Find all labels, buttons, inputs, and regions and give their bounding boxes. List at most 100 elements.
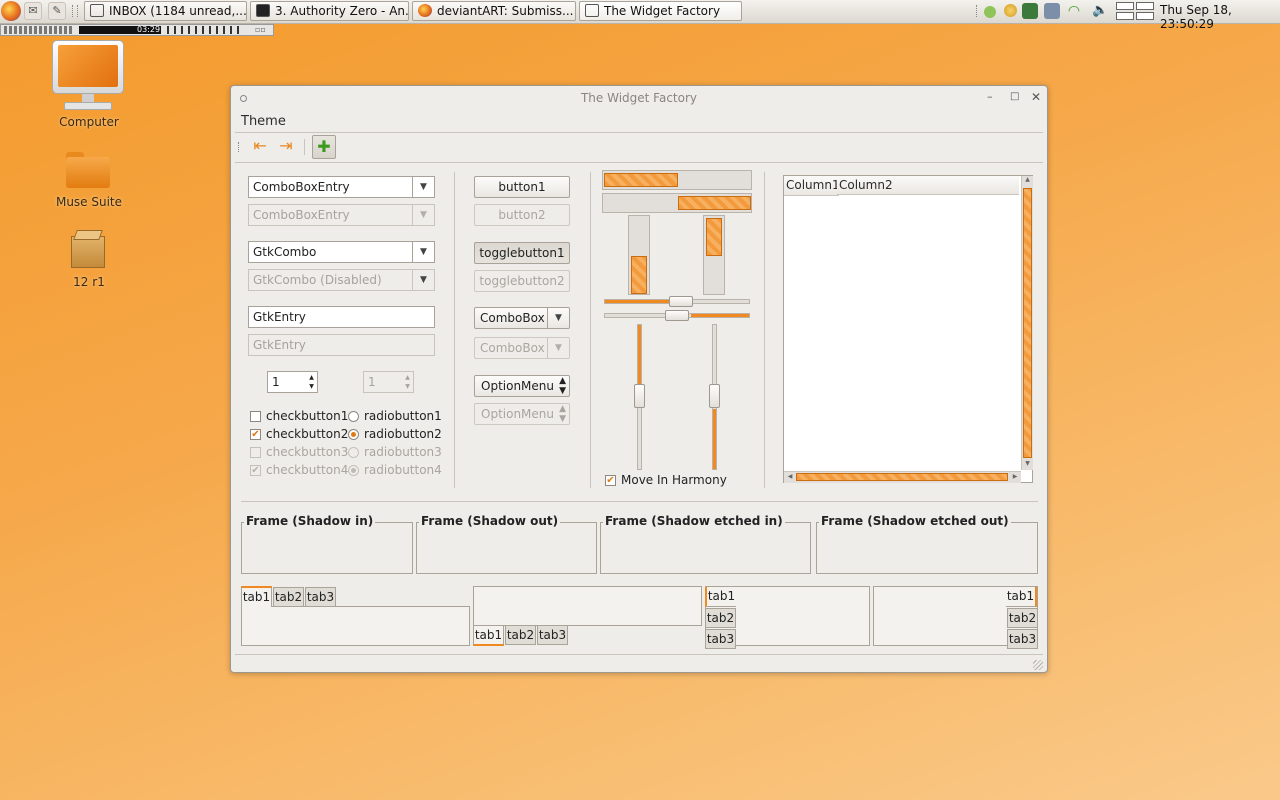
taskbar-item-deviantart[interactable]: deviantART: Submiss... — [412, 1, 576, 21]
move-in-harmony-label: Move In Harmony — [621, 473, 727, 487]
notebook-right-tab1[interactable]: tab1 — [1006, 587, 1037, 607]
desktop-icon-label: Muse Suite — [55, 195, 123, 209]
combobox-entry[interactable]: ComboBoxEntry ▼ — [248, 176, 435, 198]
computer-icon — [52, 40, 124, 112]
gtk-entry[interactable]: GtkEntry — [248, 306, 435, 328]
notebook-top-tab1[interactable]: tab1 — [241, 586, 272, 607]
checkbox-checked-icon[interactable]: ✔ — [605, 475, 616, 486]
editor-launcher-icon[interactable]: ✎ — [48, 2, 66, 20]
combobox[interactable]: ComboBox ▼ — [474, 307, 570, 329]
notebook-left-tab2[interactable]: tab2 — [705, 608, 736, 628]
scroll-left-icon[interactable]: ◀ — [785, 472, 795, 482]
desktop-icon-label: 12 r1 — [73, 275, 105, 289]
option-menu[interactable]: OptionMenu ▲ ▼ — [474, 375, 570, 397]
radio-icon[interactable] — [348, 411, 359, 422]
mail-launcher-icon[interactable]: ✉ — [24, 2, 42, 20]
media-close-icon[interactable]: ▫▫ — [255, 25, 266, 35]
chevron-down-icon[interactable]: ▼ — [412, 177, 434, 197]
wifi-icon[interactable]: ◠ — [1066, 3, 1082, 19]
media-player-bar[interactable]: 03:29 ▫▫ — [0, 24, 274, 36]
chevron-down-icon[interactable]: ▼ — [412, 242, 434, 262]
window-icon — [585, 4, 599, 17]
tree-view[interactable]: Column1 Column2 ▲ ▼ ◀ ▶ — [783, 175, 1033, 483]
firefox-launcher-icon[interactable] — [1, 1, 21, 21]
gtk-combo[interactable]: GtkCombo ▼ — [248, 241, 435, 263]
top-panel: ✉ ✎ INBOX (1184 unread,... 3. Authority … — [0, 0, 1280, 31]
frame-title: Frame (Shadow in) — [244, 514, 376, 528]
desktop-icon-computer[interactable]: Computer — [39, 38, 139, 134]
frame-shadow-out — [416, 522, 597, 574]
workspace-3[interactable] — [1116, 12, 1134, 20]
scroll-up-icon[interactable]: ▲ — [1023, 176, 1032, 186]
scale-fill — [713, 409, 716, 469]
scroll-down-icon[interactable]: ▼ — [1023, 460, 1032, 470]
system-monitor-icon[interactable] — [1022, 3, 1038, 19]
desktop-icon-12r1[interactable]: 12 r1 — [39, 228, 139, 292]
progress-fill — [631, 256, 647, 294]
vscale-1-handle[interactable] — [634, 384, 645, 408]
photo-manager-icon[interactable] — [1044, 3, 1060, 19]
spin-button-disabled: 1 ▲ ▼ — [363, 371, 414, 393]
search-icon[interactable] — [1004, 4, 1017, 17]
taskbar-item-inbox[interactable]: INBOX (1184 unread,... — [84, 1, 247, 21]
notebook-left-tab3[interactable]: tab3 — [705, 629, 736, 649]
notebook-bottom-tab1[interactable]: tab1 — [473, 625, 504, 646]
taskbar-item-widget-factory[interactable]: The Widget Factory — [579, 1, 742, 21]
notebook-top-tab2[interactable]: tab2 — [273, 587, 304, 607]
desktop-icon-muse-suite[interactable]: Muse Suite — [39, 148, 139, 212]
progress-bar-horizontal-2 — [602, 193, 752, 213]
notebook-bottom-tab3[interactable]: tab3 — [537, 625, 568, 645]
spin-down-icon[interactable]: ▼ — [307, 382, 316, 391]
notebook-top-tab3[interactable]: tab3 — [305, 587, 336, 607]
scroll-right-icon[interactable]: ▶ — [1010, 472, 1020, 482]
workspace-2[interactable] — [1136, 2, 1154, 10]
combobox-entry-disabled: ComboBoxEntry ▼ — [248, 204, 435, 226]
scrollbar-thumb[interactable] — [1023, 188, 1032, 458]
spin-up-icon[interactable]: ▲ — [307, 373, 316, 382]
workspace-1[interactable] — [1116, 2, 1134, 10]
notebook-right-tab2[interactable]: tab2 — [1007, 608, 1038, 628]
go-first-icon[interactable]: ⇤ — [248, 135, 272, 159]
chevron-down-icon[interactable]: ▼ — [547, 308, 569, 328]
column-header-1[interactable]: Column1 — [784, 176, 840, 196]
notebook-right-tab3[interactable]: tab3 — [1007, 629, 1038, 649]
checkbox-icon[interactable] — [250, 411, 261, 422]
notebook-left-tab1[interactable]: tab1 — [705, 587, 736, 607]
maximize-button[interactable]: □ — [1010, 91, 1019, 102]
add-icon[interactable]: ✚ — [312, 135, 336, 159]
clock[interactable]: Thu Sep 18, 23:50:29 — [1160, 3, 1280, 31]
button1[interactable]: button1 — [474, 176, 570, 198]
togglebutton1[interactable]: togglebutton1 — [474, 242, 570, 264]
menu-theme[interactable]: Theme — [241, 114, 286, 129]
checkbox-checked-icon[interactable]: ✔ — [250, 429, 261, 440]
workspace-switcher[interactable] — [1116, 2, 1154, 20]
resize-grip[interactable] — [1033, 660, 1043, 670]
spin-button[interactable]: 1 ▲ ▼ — [267, 371, 318, 393]
taskbar-item-music[interactable]: 3. Authority Zero - An... — [250, 1, 409, 21]
horizontal-scrollbar[interactable]: ◀ ▶ — [784, 471, 1021, 483]
workspace-4[interactable] — [1136, 12, 1154, 20]
media-time: 03:29 — [137, 25, 161, 34]
checkbutton-label: checkbutton2 — [266, 427, 349, 441]
volume-icon[interactable]: 🔈 — [1092, 3, 1108, 19]
radio-selected-icon[interactable] — [348, 429, 359, 440]
toolbar-handle[interactable] — [238, 142, 242, 152]
hscale-1-handle[interactable] — [669, 296, 693, 307]
option-menu-disabled: OptionMenu ▲ ▼ — [474, 403, 570, 425]
notebook-bottom-tab2[interactable]: tab2 — [505, 625, 536, 645]
minimize-button[interactable]: – — [987, 90, 993, 103]
close-button[interactable]: ✕ — [1031, 90, 1041, 104]
network-status-icon[interactable] — [984, 6, 996, 18]
vscale-2-handle[interactable] — [709, 384, 720, 408]
scrollbar-thumb[interactable] — [796, 473, 1008, 481]
column-header-2[interactable]: Column2 — [837, 176, 1019, 195]
radiobutton-label: radiobutton4 — [364, 463, 442, 477]
frame-title: Frame (Shadow etched in) — [603, 514, 785, 528]
go-last-icon[interactable]: ⇥ — [274, 135, 298, 159]
media-controls[interactable] — [167, 26, 243, 34]
panel-handle[interactable] — [72, 5, 78, 17]
hscale-2-handle[interactable] — [665, 310, 689, 321]
scale-fill — [691, 314, 749, 317]
chevron-down-icon: ▼ — [547, 338, 569, 358]
vertical-scrollbar[interactable]: ▲ ▼ — [1021, 176, 1033, 470]
